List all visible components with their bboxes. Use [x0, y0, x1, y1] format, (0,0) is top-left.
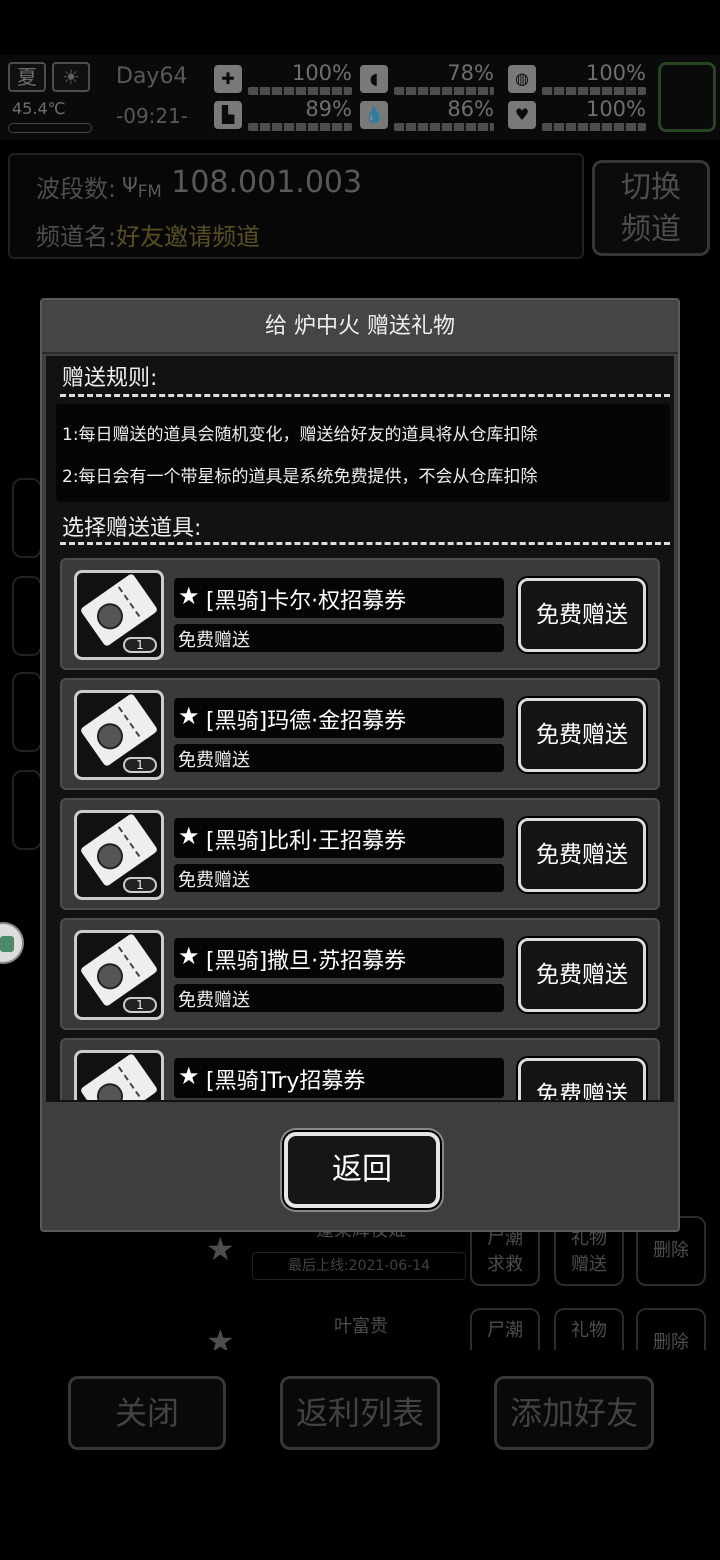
divider	[60, 542, 670, 545]
gift-note-box: 免费赠送	[174, 624, 504, 652]
star-icon: ★	[178, 702, 200, 730]
rules-box: 1:每日赠送的道具会随机变化，赠送给好友的道具将从仓库扣除 2:每日会有一个带星…	[56, 404, 670, 502]
gift-name: [黑骑]卡尔·权招募券	[206, 589, 407, 614]
gift-name-box: ★ [黑骑]玛德·金招募券	[174, 698, 504, 738]
rule-line: 2:每日会有一个带星标的道具是系统免费提供，不会从仓库扣除	[62, 467, 538, 487]
gift-item: 1 ★ [黑骑]玛德·金招募券 免费赠送 免费赠送	[60, 678, 660, 790]
star-icon: ★	[178, 582, 200, 610]
free-send-button[interactable]: 免费赠送	[518, 818, 646, 892]
gift-name-box: ★ [黑骑]卡尔·权招募券	[174, 578, 504, 618]
gift-name-box: ★ [黑骑]撒旦·苏招募券	[174, 938, 504, 978]
gift-note: 免费赠送	[178, 870, 250, 891]
gift-item: 1 ★ [黑骑]比利·王招募券 免费赠送 免费赠送	[60, 798, 660, 910]
gift-name: [黑骑]玛德·金招募券	[206, 709, 407, 734]
gift-note-box: 免费赠送	[174, 744, 504, 772]
recruit-ticket-icon: 1	[74, 1050, 164, 1100]
recruit-ticket-icon: 1	[74, 570, 164, 660]
gift-quantity: 1	[123, 757, 157, 773]
rules-heading: 赠送规则:	[62, 366, 158, 391]
dialog-body: 赠送规则: 1:每日赠送的道具会随机变化，赠送给好友的道具将从仓库扣除 2:每日…	[46, 356, 674, 1102]
rule-line: 1:每日赠送的道具会随机变化，赠送给好友的道具将从仓库扣除	[62, 425, 538, 445]
recruit-ticket-icon: 1	[74, 810, 164, 900]
recruit-ticket-icon: 1	[74, 930, 164, 1020]
gift-list[interactable]: 1 ★ [黑骑]卡尔·权招募券 免费赠送 免费赠送 1 ★ [黑骑]玛德·金招募券 …	[60, 554, 668, 1100]
star-icon: ★	[178, 1062, 200, 1090]
gift-note: 免费赠送	[178, 990, 250, 1011]
gift-name: [黑骑]Try招募券	[206, 1069, 366, 1094]
star-icon: ★	[178, 822, 200, 850]
free-send-button[interactable]: 免费赠送	[518, 578, 646, 652]
back-button[interactable]: 返回	[284, 1132, 440, 1208]
select-gift-heading: 选择赠送道具:	[62, 516, 202, 541]
recruit-ticket-icon: 1	[74, 690, 164, 780]
gift-note: 免费赠送	[178, 750, 250, 771]
gift-quantity: 1	[123, 637, 157, 653]
gift-name: [黑骑]比利·王招募券	[206, 829, 407, 854]
free-send-button[interactable]: 免费赠送	[518, 698, 646, 772]
gift-item: 1 ★ [黑骑]撒旦·苏招募券 免费赠送 免费赠送	[60, 918, 660, 1030]
gift-item: 1 ★ [黑骑]卡尔·权招募券 免费赠送 免费赠送	[60, 558, 660, 670]
divider	[60, 394, 670, 397]
free-send-button[interactable]: 免费赠送	[518, 938, 646, 1012]
gift-item: 1 ★[黑骑]Try招募券 免费赠送	[60, 1038, 660, 1100]
gift-dialog: 给 炉中火 赠送礼物 赠送规则: 1:每日赠送的道具会随机变化，赠送给好友的道具…	[40, 298, 680, 1232]
gift-quantity: 1	[123, 877, 157, 893]
gift-quantity: 1	[123, 997, 157, 1013]
star-icon: ★	[178, 942, 200, 970]
dialog-title: 给 炉中火 赠送礼物	[42, 300, 678, 354]
gift-note: 免费赠送	[178, 630, 250, 651]
gift-name-box: ★ [黑骑]Try招募券	[174, 1058, 504, 1098]
gift-note-box: 免费赠送	[174, 864, 504, 892]
gift-name-box: ★ [黑骑]比利·王招募券	[174, 818, 504, 858]
gift-note-box: 免费赠送	[174, 984, 504, 1012]
free-send-button[interactable]: 免费赠送	[518, 1058, 646, 1100]
gift-name: [黑骑]撒旦·苏招募券	[206, 949, 407, 974]
